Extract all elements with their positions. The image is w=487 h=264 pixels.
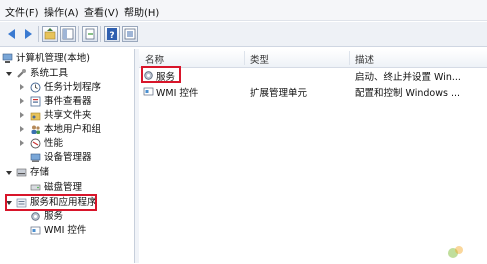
tree-label: 磁盘管理 — [44, 182, 83, 193]
show-tree-icon[interactable] — [60, 26, 76, 42]
collapsed-arrow-icon[interactable] — [20, 84, 24, 90]
menu-help[interactable]: 帮助(H) — [124, 4, 159, 19]
column-header-type[interactable]: 类型 — [250, 52, 269, 66]
tools-icon — [16, 68, 27, 79]
highlight-box — [141, 66, 181, 83]
svg-text:?: ? — [109, 31, 114, 41]
list-row[interactable]: WMI 控件 扩展管理单元 配置和控制 Windows ... — [139, 84, 487, 99]
tree-label: 任务计划程序 — [44, 82, 102, 93]
performance-icon — [30, 138, 41, 149]
watermark-logo — [445, 243, 483, 261]
menu-action[interactable]: 操作(A) — [44, 4, 79, 19]
clock-icon — [30, 82, 41, 93]
computer-management-icon — [2, 53, 13, 64]
export-list-icon[interactable] — [82, 26, 98, 42]
highlight-box — [5, 194, 97, 211]
column-header-description[interactable]: 描述 — [355, 52, 374, 66]
storage-icon — [16, 167, 27, 178]
column-header-name[interactable]: 名称 — [145, 52, 164, 66]
forward-arrow-icon[interactable] — [20, 26, 36, 42]
row-name: WMI 控件 — [156, 88, 199, 99]
properties-icon[interactable] — [122, 26, 138, 42]
tree-label: 系统工具 — [30, 68, 69, 79]
row-type: 扩展管理单元 — [250, 88, 308, 99]
tree-label: 性能 — [44, 138, 64, 149]
console-tree: 计算机管理(本地) 系统工具 任务计划程序 事件查看器 共享文件夹 本地用户和组… — [0, 49, 134, 263]
menu-bar: 文件(F) 操作(A) 查看(V) 帮助(H) — [0, 0, 487, 21]
menu-file[interactable]: 文件(F) — [5, 4, 39, 19]
tree-label: 服务 — [44, 211, 64, 222]
up-folder-icon[interactable] — [42, 26, 58, 42]
tree-label: WMI 控件 — [44, 225, 87, 236]
list-header: 名称 类型 描述 — [139, 49, 487, 68]
expand-arrow-icon[interactable] — [6, 171, 12, 175]
collapsed-arrow-icon[interactable] — [20, 140, 24, 146]
shared-folder-icon — [30, 110, 41, 121]
toolbar-separator — [78, 26, 79, 42]
tree-label: 计算机管理(本地) — [16, 53, 90, 64]
expand-arrow-icon[interactable] — [6, 72, 12, 76]
row-description: 启动、终止并设置 Win... — [355, 72, 461, 83]
column-divider[interactable] — [244, 51, 245, 65]
device-manager-icon — [30, 152, 41, 163]
toolbar-separator — [38, 26, 39, 42]
tree-label: 本地用户和组 — [44, 124, 102, 135]
menu-view[interactable]: 查看(V) — [84, 4, 119, 19]
wmi-icon — [30, 225, 41, 236]
users-icon — [30, 124, 41, 135]
collapsed-arrow-icon[interactable] — [20, 126, 24, 132]
collapsed-arrow-icon[interactable] — [20, 112, 24, 118]
row-description: 配置和控制 Windows ... — [355, 88, 461, 99]
disk-icon — [30, 182, 41, 193]
gear-icon — [30, 211, 41, 222]
collapsed-arrow-icon[interactable] — [20, 98, 24, 104]
toolbar-separator — [100, 26, 101, 42]
tree-label: 事件查看器 — [44, 96, 92, 107]
help-icon[interactable]: ? — [104, 26, 120, 42]
back-arrow-icon[interactable] — [4, 26, 20, 42]
toolbar: ? — [0, 22, 487, 47]
wmi-icon — [143, 86, 154, 97]
list-view: 名称 类型 描述 服务 启动、终止并设置 Win... WMI 控件 扩展管理单… — [139, 49, 487, 263]
tree-label: 设备管理器 — [44, 152, 92, 163]
event-viewer-icon — [30, 96, 41, 107]
list-row[interactable]: 服务 启动、终止并设置 Win... — [139, 68, 487, 83]
column-divider[interactable] — [349, 51, 350, 65]
tree-label: 共享文件夹 — [44, 110, 92, 121]
tree-label: 存储 — [30, 167, 50, 178]
